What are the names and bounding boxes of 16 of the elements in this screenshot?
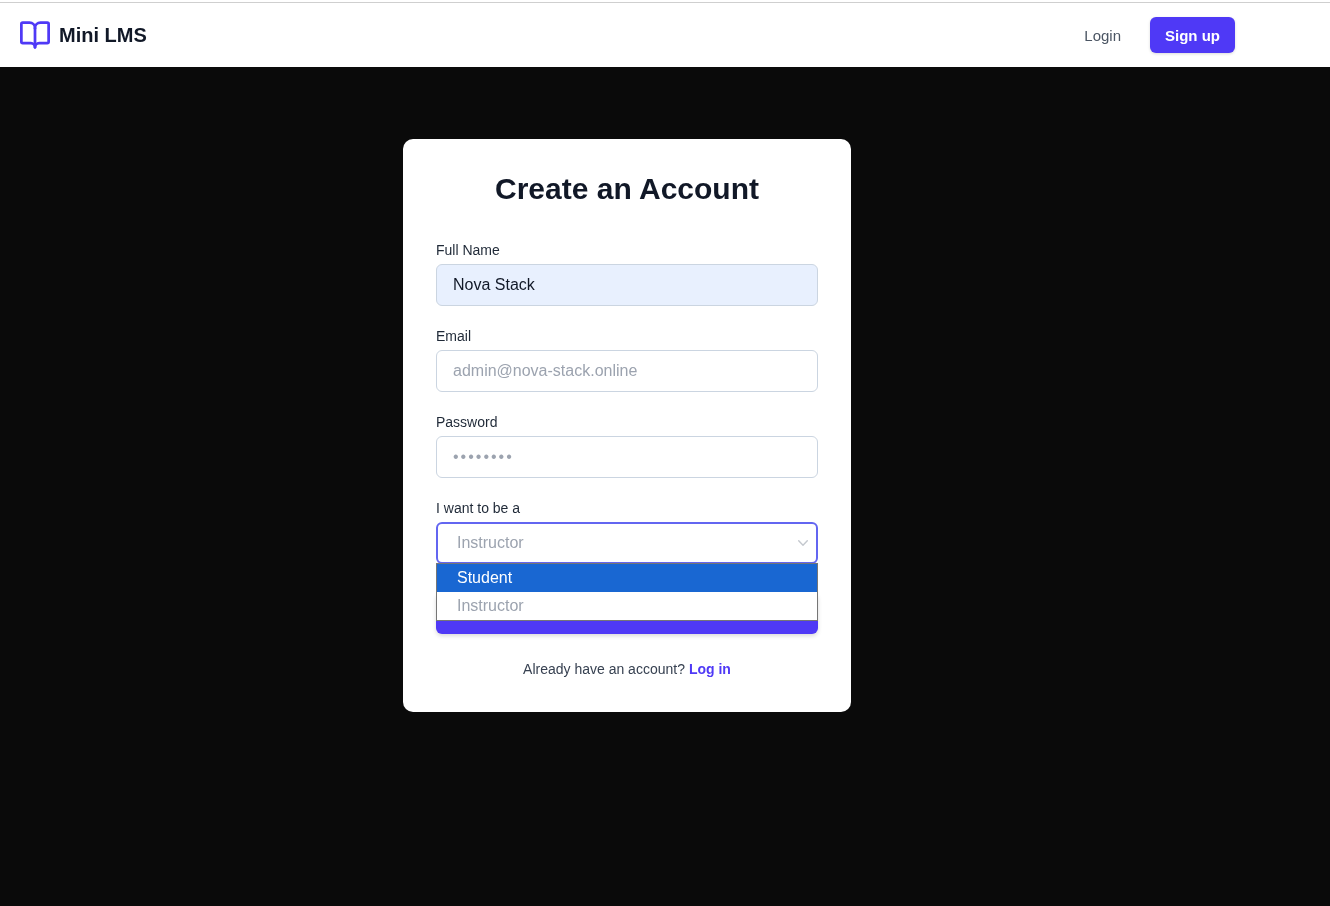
email-field[interactable]: admin@nova-stack.online [436, 350, 818, 392]
signup-button[interactable]: Sign up [1150, 17, 1235, 53]
account-prompt: Already have an account? [523, 660, 685, 679]
field-label: Password [436, 413, 499, 432]
login-link[interactable]: Login [1084, 26, 1121, 44]
password-field[interactable]: •••••••• [436, 436, 818, 478]
book-icon [20, 21, 50, 49]
chevron-down-icon [798, 540, 808, 546]
name-field[interactable]: Nova Stack [436, 264, 818, 306]
login-link[interactable]: Log in [688, 659, 731, 679]
field-label: Email [436, 327, 472, 346]
dropdown-option[interactable]: Student [437, 564, 817, 592]
form-title: Create an Account [494, 171, 760, 207]
brand-name: Mini LMS [59, 23, 147, 47]
field-label: I want to be a [436, 499, 522, 518]
field-label: Full Name [436, 241, 501, 260]
